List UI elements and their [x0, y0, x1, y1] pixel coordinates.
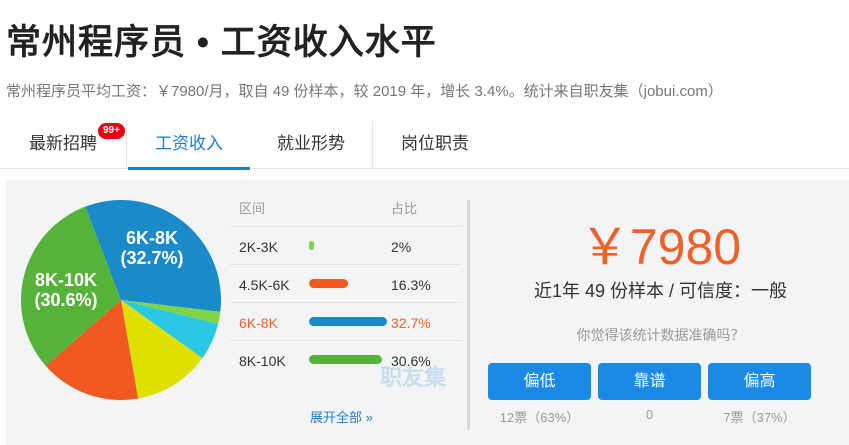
- row-range: 2K-3K: [239, 239, 278, 255]
- pie-label-range: 8K-10K: [34, 270, 98, 290]
- row-range: 8K-10K: [239, 353, 286, 369]
- page-subtitle: 常州程序员平均工资：￥7980/月，取自 49 份样本，较 2019 年，增长 …: [6, 83, 723, 100]
- tab-employment[interactable]: 就业形势: [250, 121, 373, 169]
- accuracy-question: 你觉得该统计数据准确吗？: [576, 327, 745, 343]
- row-bar: [309, 317, 387, 326]
- row-pct: 16.3%: [391, 277, 431, 293]
- vote-too-low-count: 12票（63%）: [499, 410, 580, 425]
- vote-accurate-count: 0: [645, 407, 654, 422]
- pie-label-8k-10k: 8K-10K (30.6%): [20, 270, 112, 310]
- row-range: 4.5K-6K: [239, 277, 290, 293]
- average-salary: ￥7980: [579, 219, 742, 275]
- pie-label-pct: (30.6%): [34, 290, 98, 310]
- table-row: 2K-3K 2%: [230, 226, 462, 264]
- page-title: 常州程序员 • 工资收入水平: [6, 23, 437, 62]
- row-pct: 2%: [391, 239, 412, 255]
- row-bar: [309, 279, 348, 288]
- vote-too-high-count: 7票（37%）: [723, 410, 796, 425]
- expand-all-link[interactable]: 展开全部 »: [310, 407, 373, 426]
- tab-label: 岗位职责: [401, 134, 469, 153]
- tab-latest-jobs[interactable]: 最新招聘 99+: [0, 121, 127, 169]
- table-row: 4.5K-6K 16.3%: [230, 264, 462, 302]
- pie-label-6k-8k: 6K-8K (32.7%): [112, 228, 192, 268]
- row-bar: [309, 241, 314, 250]
- new-count-badge: 99+: [97, 122, 126, 140]
- row-bar: [309, 355, 382, 364]
- vote-too-low-button[interactable]: 偏低: [488, 363, 591, 400]
- tab-label: 最新招聘: [29, 134, 97, 153]
- range-column-header: 区间: [239, 201, 266, 216]
- row-pct: 32.7%: [391, 315, 431, 331]
- tab-label: 就业形势: [277, 134, 345, 153]
- table-row: 6K-8K 32.7%: [230, 302, 462, 340]
- tab-duties[interactable]: 岗位职责: [373, 121, 497, 169]
- pct-column-header: 占比: [391, 201, 418, 216]
- sample-info: 近1年 49 份样本 / 可信度：一般: [533, 281, 788, 301]
- vote-too-high-button[interactable]: 偏高: [708, 363, 811, 400]
- tab-salary[interactable]: 工资收入: [128, 121, 250, 170]
- watermark: 职友集: [380, 365, 447, 390]
- salary-pie-chart: 6K-8K (32.7%) 8K-10K (30.6%): [16, 200, 226, 400]
- tab-label: 工资收入: [155, 134, 223, 153]
- pie-label-pct: (32.7%): [120, 248, 184, 268]
- vote-accurate-button[interactable]: 靠谱: [598, 363, 701, 400]
- pie-label-range: 6K-8K: [125, 228, 178, 248]
- row-range: 6K-8K: [239, 315, 278, 331]
- tab-bar: 最新招聘 99+ 工资收入 就业形势 岗位职责: [0, 121, 849, 170]
